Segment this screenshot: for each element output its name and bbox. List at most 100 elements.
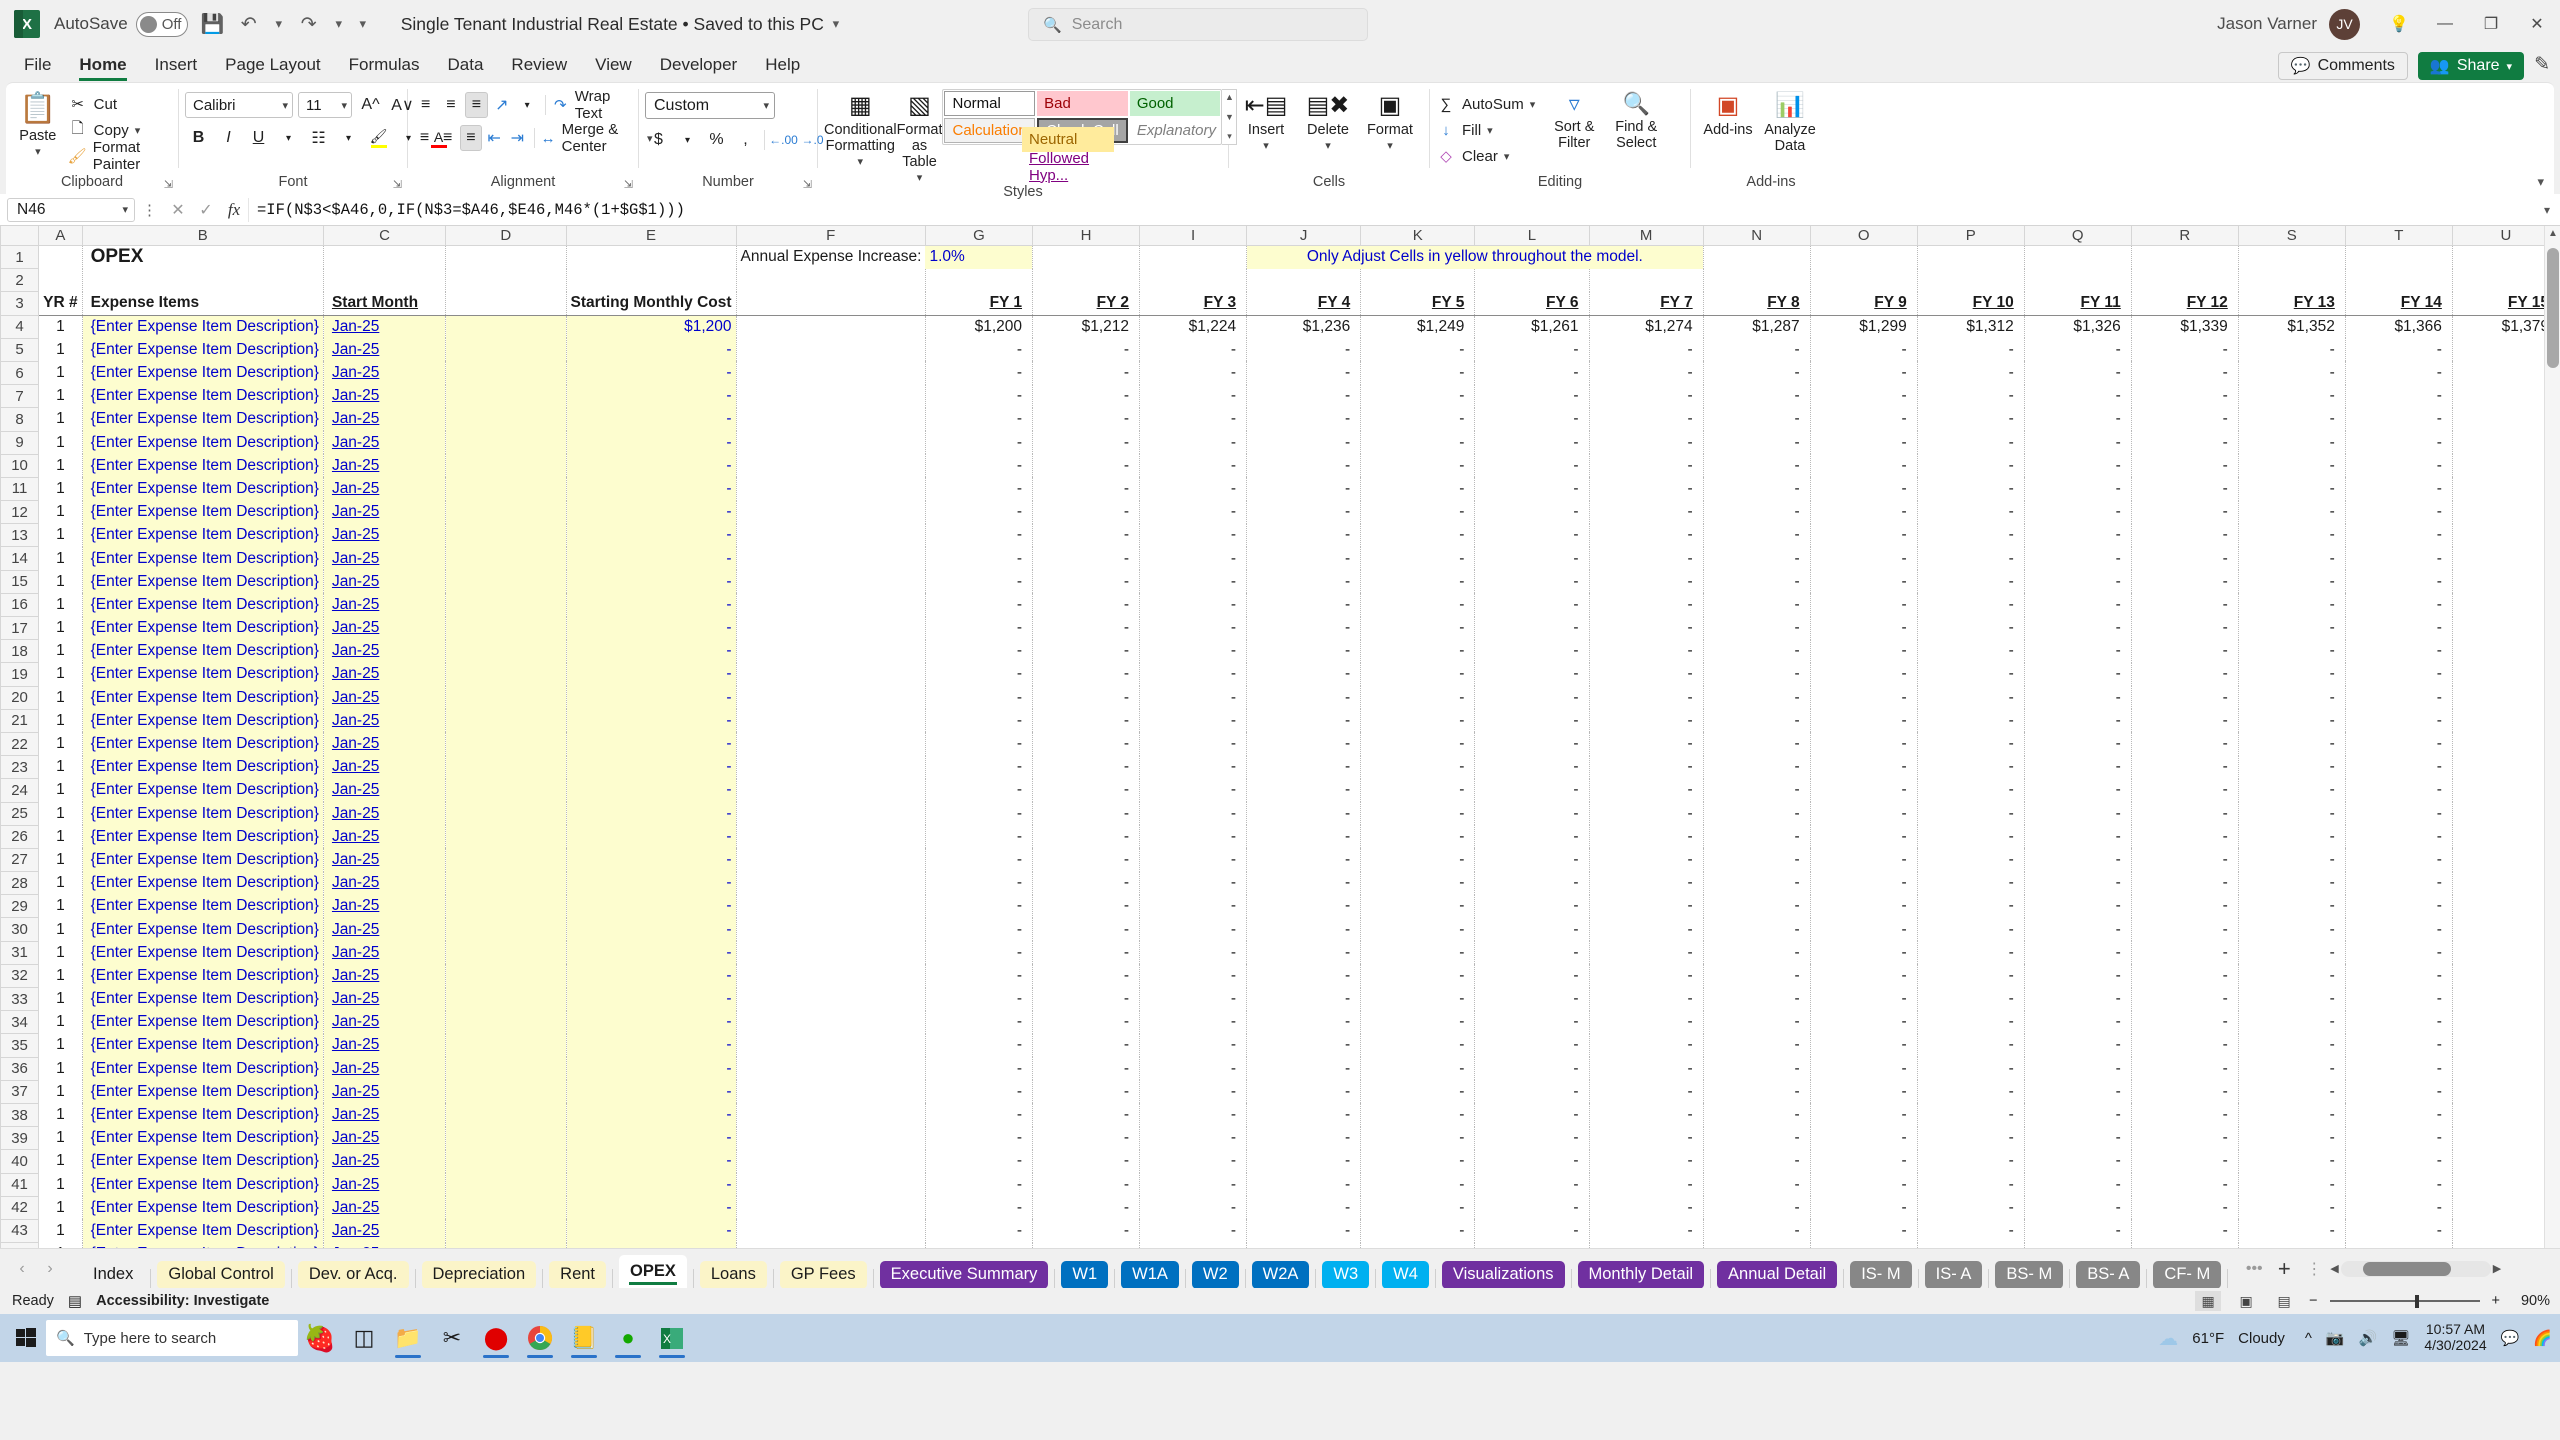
cell-p4-value[interactable]: $1,312: [1917, 314, 2025, 339]
cell-n2[interactable]: [1703, 268, 1811, 292]
cell-r15-value[interactable]: -: [2131, 570, 2239, 594]
cell-a27-yr[interactable]: 1: [38, 848, 83, 872]
row-header-36[interactable]: 36: [0, 1056, 40, 1081]
cell-f22[interactable]: [736, 732, 926, 756]
cell-e37-cost[interactable]: -: [566, 1080, 737, 1104]
cell-h13-value[interactable]: -: [1032, 523, 1141, 547]
cell-c4-start-month[interactable]: Jan-25: [323, 314, 447, 339]
find-select-button[interactable]: 🔍 Find & Select: [1605, 87, 1667, 152]
cell-m3-fy-header[interactable]: FY 7: [1589, 291, 1704, 316]
cell-l16-value[interactable]: -: [1474, 593, 1590, 617]
cell-k19-value[interactable]: -: [1360, 662, 1476, 687]
sheet-tab-cf-m[interactable]: CF- M: [2153, 1260, 2222, 1289]
grid-row[interactable]: 11 1 {Enter Expense Item Description} Jan-2…: [0, 476, 2560, 502]
cell-g10-value[interactable]: -: [925, 454, 1034, 478]
sheet-tab-is-a[interactable]: IS- A: [1924, 1260, 1983, 1289]
cell-q35-value[interactable]: -: [2024, 1033, 2132, 1058]
cell-a26-yr[interactable]: 1: [38, 825, 83, 849]
cell-o24-value[interactable]: -: [1810, 778, 1918, 802]
task-view-icon[interactable]: ◫: [342, 1316, 386, 1360]
cell-l30-value[interactable]: -: [1474, 917, 1590, 942]
cell-e18-cost[interactable]: -: [566, 639, 737, 663]
vertical-scrollbar[interactable]: ▲: [2544, 226, 2560, 1248]
cell-i29-value[interactable]: -: [1139, 894, 1248, 918]
cell-m22-value[interactable]: -: [1589, 732, 1704, 756]
copy-dropdown-icon[interactable]: ▾: [135, 124, 141, 137]
cell-d19[interactable]: [445, 662, 567, 687]
opera-icon[interactable]: ⬤: [474, 1316, 518, 1360]
column-header-g[interactable]: G: [924, 226, 1034, 246]
column-header-c[interactable]: C: [322, 226, 447, 246]
cell-d16[interactable]: [445, 593, 567, 617]
cell-c1[interactable]: [323, 245, 447, 269]
cell-p42-value[interactable]: -: [1917, 1196, 2025, 1220]
cell-m32-value[interactable]: -: [1589, 964, 1704, 988]
cell-h31-value[interactable]: -: [1032, 941, 1141, 965]
row-header-42[interactable]: 42: [0, 1195, 40, 1220]
grid-row[interactable]: 29 1 {Enter Expense Item Description} Jan-2…: [0, 894, 2560, 919]
cell-e25-cost[interactable]: -: [566, 802, 737, 826]
cell-m28-value[interactable]: -: [1589, 871, 1704, 895]
column-header-r[interactable]: R: [2130, 226, 2239, 246]
cell-k27-value[interactable]: -: [1360, 848, 1476, 872]
weather-desc[interactable]: Cloudy: [2238, 1330, 2285, 1347]
cell-j33-value[interactable]: -: [1246, 987, 1362, 1011]
cell-h9-value[interactable]: -: [1032, 431, 1141, 455]
cell-i4-value[interactable]: $1,224: [1139, 314, 1248, 339]
cell-d17[interactable]: [445, 616, 567, 640]
cell-h10-value[interactable]: -: [1032, 454, 1141, 478]
cell-a4-yr[interactable]: 1: [38, 314, 83, 339]
font-family-select[interactable]: Calibri ▾: [185, 92, 293, 118]
cell-e3-starting-cost-header[interactable]: Starting Monthly Cost: [566, 291, 737, 316]
cell-m36-value[interactable]: -: [1589, 1057, 1704, 1081]
cell-d28[interactable]: [445, 871, 567, 895]
cell-q14-value[interactable]: -: [2024, 546, 2132, 571]
cell-e27-cost[interactable]: -: [566, 848, 737, 872]
cell-n1[interactable]: [1703, 245, 1811, 269]
style-explanatory-text[interactable]: Explanatory T...: [1129, 118, 1221, 143]
cell-f37[interactable]: [736, 1080, 926, 1104]
cell-c8-start-month[interactable]: Jan-25: [323, 407, 447, 431]
cell-t24-value[interactable]: -: [2345, 778, 2453, 802]
cell-a31-yr[interactable]: 1: [38, 941, 83, 965]
cell-h22-value[interactable]: -: [1032, 732, 1141, 756]
column-header-o[interactable]: O: [1809, 226, 1918, 246]
save-icon[interactable]: 💾: [196, 7, 230, 41]
cell-r17-value[interactable]: -: [2131, 616, 2239, 640]
cell-h28-value[interactable]: -: [1032, 871, 1141, 895]
cell-n29-value[interactable]: -: [1703, 894, 1811, 918]
cell-t10-value[interactable]: -: [2345, 454, 2453, 478]
row-header-38[interactable]: 38: [0, 1102, 40, 1128]
cell-o37-value[interactable]: -: [1810, 1080, 1918, 1104]
cell-c5-start-month[interactable]: Jan-25: [323, 338, 447, 362]
cell-f28[interactable]: [736, 871, 926, 895]
cell-m30-value[interactable]: -: [1589, 917, 1704, 942]
cell-i7-value[interactable]: -: [1139, 384, 1248, 408]
cell-p22-value[interactable]: -: [1917, 732, 2025, 756]
upwork-icon[interactable]: ●: [606, 1316, 650, 1360]
cell-g5-value[interactable]: -: [925, 338, 1034, 362]
cell-k11-value[interactable]: -: [1360, 477, 1476, 501]
cell-f24[interactable]: [736, 778, 926, 802]
cell-c41-start-month[interactable]: Jan-25: [323, 1173, 447, 1197]
cell-q8-value[interactable]: -: [2024, 407, 2132, 431]
ribbon-tab-developer[interactable]: Developer: [646, 52, 752, 82]
align-bottom-button[interactable]: ≡: [464, 92, 489, 118]
cell-j24-value[interactable]: -: [1246, 778, 1362, 802]
cell-r8-value[interactable]: -: [2131, 407, 2239, 431]
cell-c42-start-month[interactable]: Jan-25: [323, 1196, 447, 1220]
cell-o15-value[interactable]: -: [1810, 570, 1918, 594]
cell-b3-expense-items-header[interactable]: Expense Items: [82, 291, 324, 316]
cell-l31-value[interactable]: -: [1474, 941, 1590, 965]
chrome-icon[interactable]: [518, 1316, 562, 1360]
grid-row[interactable]: 21 1 {Enter Expense Item Description} Jan-2…: [0, 708, 2560, 733]
cell-m19-value[interactable]: -: [1589, 662, 1704, 687]
ribbon-tab-view[interactable]: View: [581, 52, 646, 82]
cell-r13-value[interactable]: -: [2131, 523, 2239, 547]
cell-m26-value[interactable]: -: [1589, 825, 1704, 849]
cell-s36-value[interactable]: -: [2238, 1057, 2346, 1081]
cell-b28-description[interactable]: {Enter Expense Item Description}: [82, 871, 324, 895]
cell-h21-value[interactable]: -: [1032, 709, 1141, 733]
cell-r22-value[interactable]: -: [2131, 732, 2239, 756]
cell-a24-yr[interactable]: 1: [38, 778, 83, 802]
